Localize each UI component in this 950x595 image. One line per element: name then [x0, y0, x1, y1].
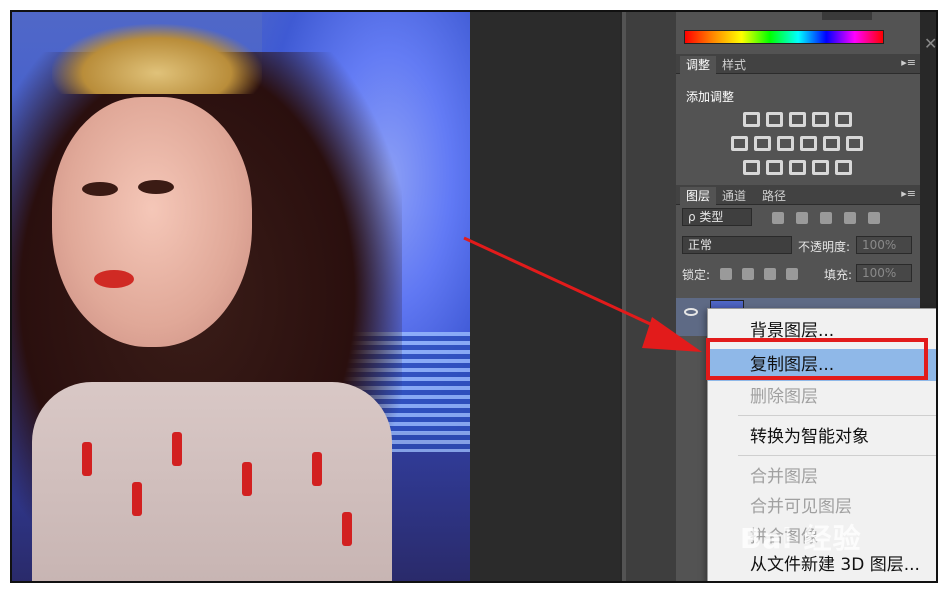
screenshot-frame: 调整 样式 ▸≡ 添加调整 图层 通道 路径 ▸≡ ρ 类型 正常 不透明度: …: [10, 10, 938, 583]
watermark: Bai 经验: [740, 522, 862, 555]
menu-item-convert-smart-object[interactable]: 转换为智能对象: [708, 421, 936, 453]
menu-separator: [738, 415, 936, 416]
menu-item-delete-layer[interactable]: 删除图层: [708, 381, 936, 413]
menu-item-merge-layers[interactable]: 合并图层: [708, 461, 936, 493]
menu-separator: [738, 455, 936, 456]
arrow-head: [642, 317, 702, 352]
red-highlight-box: [706, 338, 928, 380]
